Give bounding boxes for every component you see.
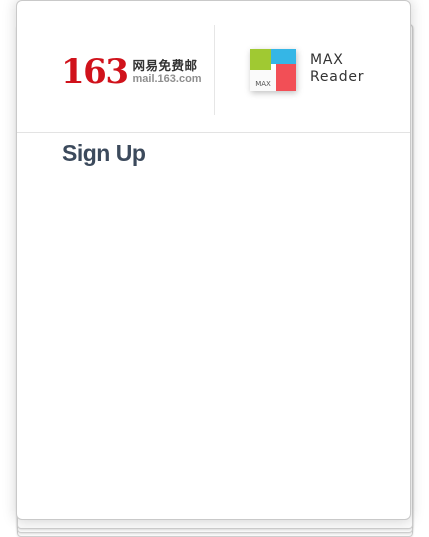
mail-163-logo[interactable]: 163 网易免费邮 mail.163.com xyxy=(61,55,202,89)
max-icon-green-tile xyxy=(250,49,271,70)
max-icon-label: MAX xyxy=(250,70,276,91)
page-stage: 163 网易免费邮 mail.163.com MAX MAX Reader Si… xyxy=(0,0,429,537)
max-reader-name-line1: MAX xyxy=(310,52,344,68)
max-icon-red-tile xyxy=(276,64,296,91)
max-reader-name-line2: Reader xyxy=(310,69,365,85)
mail-163-text: 网易免费邮 mail.163.com xyxy=(132,58,201,86)
max-reader-icon[interactable]: MAX xyxy=(250,49,296,91)
card-header: 163 网易免费邮 mail.163.com MAX MAX Reader xyxy=(17,1,410,133)
page-title: Sign Up xyxy=(62,140,146,166)
mail-163-domain: mail.163.com xyxy=(132,73,202,85)
max-icon-blue-tile xyxy=(271,49,296,64)
mail-163-number: 163 xyxy=(61,52,129,92)
max-reader-name: MAX Reader xyxy=(310,52,364,86)
header-divider xyxy=(214,25,215,115)
signup-card: 163 网易免费邮 mail.163.com MAX MAX Reader Si… xyxy=(16,0,411,520)
mail-163-chinese-name: 网易免费邮 xyxy=(132,58,198,73)
